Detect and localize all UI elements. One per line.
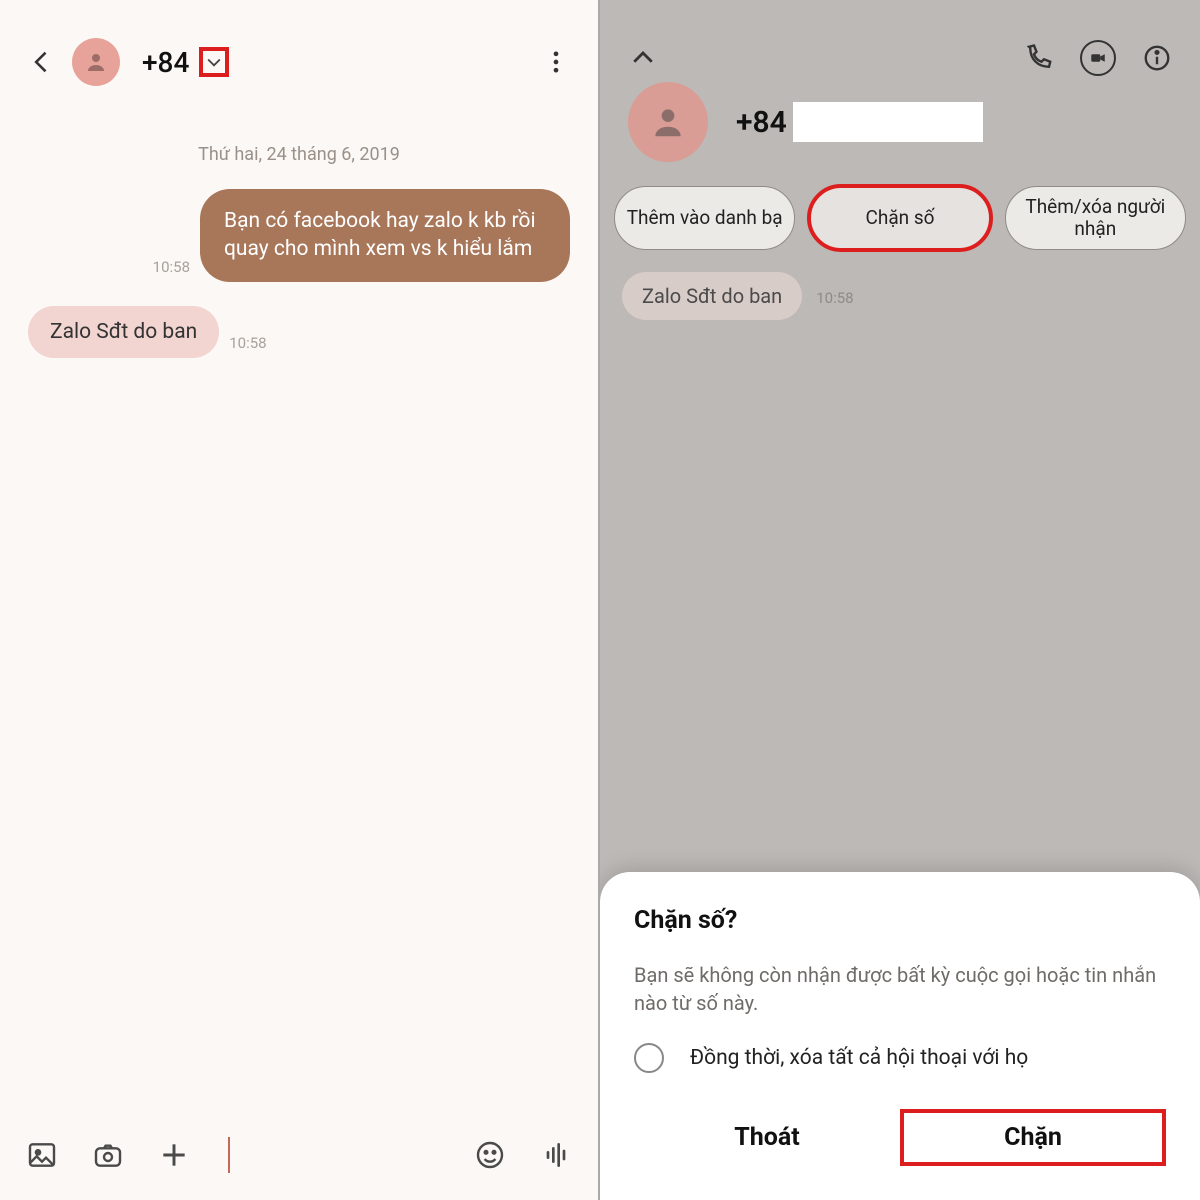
message-outgoing: 10:58 Bạn có facebook hay zalo k kb rồi … [28,189,570,282]
person-icon [649,103,687,141]
message-bubble[interactable]: Zalo Sđt do ban [28,306,219,358]
sheet-body: Bạn sẽ không còn nhận được bất kỳ cuộc g… [634,961,1166,1017]
detail-header [600,0,1200,88]
emoji-icon[interactable] [474,1139,506,1171]
chat-screen: +84 Thứ hai, 24 tháng 6, 2019 10:58 Bạn … [0,0,600,1200]
chat-header: +84 [0,0,598,104]
expand-contact-button[interactable] [199,47,229,77]
message-incoming: Zalo Sđt do ban 10:58 [28,306,570,358]
add-to-contacts-button[interactable]: Thêm vào danh bạ [614,186,795,250]
voice-icon[interactable] [540,1139,572,1171]
option-label: Đồng thời, xóa tất cả hội thoại với họ [690,1046,1028,1070]
message-bubble[interactable]: Bạn có facebook hay zalo k kb rồi quay c… [200,189,570,282]
message-list: 10:58 Bạn có facebook hay zalo k kb rồi … [0,189,598,358]
contact-phone: +84 [142,46,189,79]
video-icon [1089,49,1107,67]
nav-bar-area [600,1166,1200,1200]
video-call-button[interactable] [1080,40,1116,76]
more-icon[interactable] [542,48,570,76]
delete-conversation-option[interactable]: Đồng thời, xóa tất cả hội thoại với họ [634,1043,1166,1073]
edit-recipients-button[interactable]: Thêm/xóa người nhận [1005,186,1186,250]
chevron-down-icon [204,52,224,72]
confirm-block-button[interactable]: Chặn [900,1109,1166,1166]
composer-toolbar [0,1110,598,1200]
message-time: 10:58 [153,258,190,276]
camera-icon[interactable] [92,1139,124,1171]
plus-icon[interactable] [158,1139,190,1171]
contact-summary: +84 [600,82,1200,180]
action-pill-row: Thêm vào danh bạ Chặn số Thêm/xóa người … [600,186,1200,250]
sheet-actions: Thoát Chặn [634,1109,1166,1166]
sheet-title: Chặn số? [634,906,1166,935]
block-number-button[interactable]: Chặn số [809,186,990,250]
cancel-button[interactable]: Thoát [634,1109,900,1166]
contact-phone-large: +84 [736,105,787,140]
contact-avatar-large[interactable] [628,82,708,162]
block-confirm-sheet: Chặn số? Bạn sẽ không còn nhận được bất … [600,872,1200,1200]
chevron-up-icon[interactable] [628,43,658,73]
redacted-block [793,102,983,142]
date-separator: Thứ hai, 24 tháng 6, 2019 [0,144,598,165]
message-bubble: Zalo Sđt do ban [622,272,802,320]
background-message: Zalo Sđt do ban 10:58 [600,250,1200,320]
gallery-icon[interactable] [26,1139,58,1171]
message-time: 10:58 [816,289,853,307]
contact-detail-screen: +84 Thêm vào danh bạ Chặn số Thêm/xóa ng… [600,0,1200,1200]
radio-icon[interactable] [634,1043,664,1073]
call-icon[interactable] [1024,43,1054,73]
person-icon [84,50,108,74]
text-input-cursor[interactable] [228,1137,230,1173]
info-icon[interactable] [1142,43,1172,73]
back-icon[interactable] [28,48,56,76]
contact-avatar[interactable] [72,38,120,86]
message-time: 10:58 [229,334,266,352]
